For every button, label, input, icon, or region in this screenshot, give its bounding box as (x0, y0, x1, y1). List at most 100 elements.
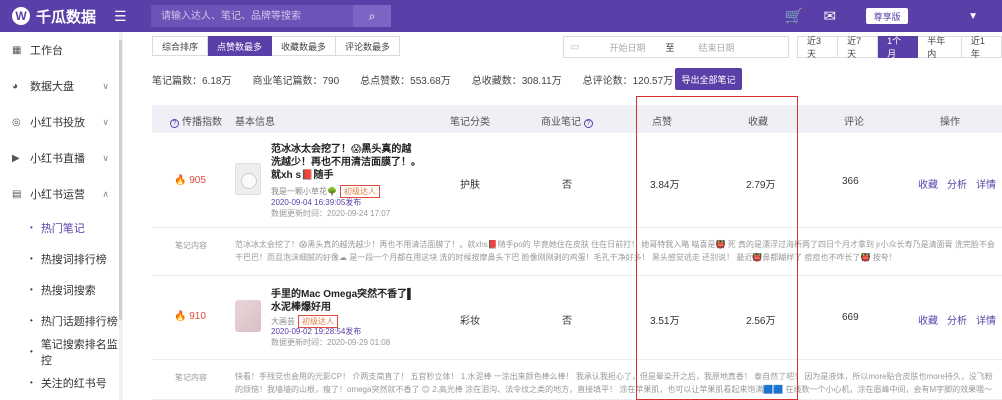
sort-tab-likes[interactable]: 点赞数最多 (208, 36, 273, 56)
stat-collects: 总收藏数：308.11万 (471, 76, 562, 87)
header-spread[interactable]: ? 传播指数 (170, 113, 222, 128)
period-3d[interactable]: 近3天 (797, 36, 839, 59)
date-separator: 至 (665, 42, 675, 53)
note-content-row: 笔记内容 范冰冰太会挖了！😱黑头真的越洗越少！再也不用清洁面膜了！。就xhs📕随… (152, 230, 1002, 276)
sidebar-scroll-thumb[interactable] (119, 40, 122, 320)
main-panel: 综合排序 点赞数最多 收藏数最多 评论数最多 ▭ 开始日期 至 结束日期 近3天… (123, 32, 1002, 400)
detail-link[interactable]: 详情 (976, 180, 996, 191)
calendar-icon: ▭ (570, 41, 580, 53)
row-actions: 收藏 分析 详情 (918, 312, 1002, 327)
bullet-icon: • (30, 223, 33, 232)
stats-bar: 笔记篇数：6.18万 商业笔记篇数：790 总点赞数：553.68万 总收藏数：… (152, 72, 720, 87)
detail-link[interactable]: 详情 (976, 316, 996, 327)
note-thumbnail[interactable] (235, 300, 261, 332)
sidebar-sub-hot-topics[interactable]: • 热门话题排行榜 (0, 305, 121, 336)
sidebar-item-label: 工作台 (30, 45, 63, 57)
date-start[interactable]: 开始日期 (609, 41, 645, 54)
author-name[interactable]: 我是一颗小草花🌳 (271, 187, 337, 196)
header-basic: 基本信息 (235, 117, 275, 128)
vip-badge[interactable]: 尊享版 (866, 8, 909, 24)
commercial-flag: 否 (562, 316, 572, 327)
search-button[interactable]: ⌕ (353, 5, 391, 27)
date-range-picker[interactable]: ▭ 开始日期 至 结束日期 (563, 36, 789, 58)
fire-icon: 🔥 (174, 175, 187, 186)
spread-index: 🔥 910 (174, 311, 206, 322)
collects-value: 2.79万 (746, 180, 776, 191)
period-7d[interactable]: 近7天 (838, 36, 879, 59)
likes-value: 3.84万 (650, 180, 680, 191)
note-title[interactable]: 范冰冰太会挖了！😱黑头真的越洗越少！再也不用清洁面膜了！。就xh s📕随手 (271, 143, 421, 182)
likes-value: 3.51万 (650, 316, 680, 327)
sidebar-sub-followed[interactable]: • 关注的红书号 (0, 367, 121, 398)
header-likes[interactable]: 点赞 (652, 113, 672, 128)
period-tabs: 近3天 近7天 1个月 半年内 近1年 (797, 36, 1002, 59)
header-comments[interactable]: 评论 (844, 113, 864, 128)
help-icon[interactable]: ? (170, 119, 179, 128)
row-actions: 收藏 分析 详情 (918, 176, 1002, 191)
table-row: 🔥 905 范冰冰太会挖了！😱黑头真的越洗越少！再也不用清洁面膜了！。就xh s… (152, 140, 1002, 228)
help-icon[interactable]: ? (583, 119, 593, 128)
sidebar-item-operations[interactable]: ▤ 小红书运营 ∧ (0, 176, 121, 212)
update-time: 数据更新时间：2020-09-24 17:07 (271, 209, 391, 218)
publish-time: 2020-09-02 19:28:54发布 (271, 327, 362, 336)
analyze-link[interactable]: 分析 (947, 180, 967, 191)
header-collects[interactable]: 收藏 (748, 113, 768, 128)
sidebar-sub-hot-notes[interactable]: • 热门笔记 (0, 212, 121, 243)
header-ops: 操作 (940, 117, 960, 128)
note-content: 快看！手残党也会用的光影CP！ 介两支简直了！ 五官秒立体！ 1.水泥棒 一涂出… (235, 372, 993, 394)
publish-time: 2020-09-04 16:39:05发布 (271, 198, 362, 207)
chevron-down-icon: ∨ (102, 80, 109, 91)
update-time: 数据更新时间：2020-09-29 01:08 (271, 338, 391, 347)
spread-index: 🔥 905 (174, 175, 206, 186)
stat-comments: 总评论数：120.57万 (582, 76, 674, 87)
header-label: 传播指数 (182, 117, 222, 128)
sidebar-sub-search-monitor[interactable]: • 笔记搜索排名监控 (0, 336, 121, 367)
spread-value: 905 (189, 175, 206, 186)
period-1m[interactable]: 1个月 (878, 36, 919, 59)
chevron-down-icon: ∨ (102, 152, 109, 163)
search-input[interactable] (151, 5, 353, 27)
pie-icon: ◕ (12, 80, 19, 92)
sort-tab-collects[interactable]: 收藏数最多 (272, 36, 337, 56)
mail-icon[interactable]: ✉ (824, 7, 837, 25)
author-name[interactable]: 大画芸 (271, 317, 295, 326)
search-box: ⌕ (151, 5, 391, 27)
collect-link[interactable]: 收藏 (918, 316, 938, 327)
bullet-icon: • (30, 378, 33, 387)
sort-tab-comments[interactable]: 评论数最多 (336, 36, 401, 56)
sidebar-item-label: 小红书投放 (30, 117, 85, 129)
sidebar-item-workbench[interactable]: ▦ 工作台 (0, 32, 121, 68)
sidebar-sub-hot-search-rank[interactable]: • 热搜词排行榜 (0, 243, 121, 274)
sidebar-item-dashboard[interactable]: ◕ 数据大盘 ∨ (0, 68, 121, 104)
cart-icon[interactable]: 🛒 (785, 7, 804, 25)
export-button[interactable]: 导出全部笔记 (675, 68, 742, 90)
menu-icon[interactable]: ☰ (114, 8, 127, 25)
collect-link[interactable]: 收藏 (918, 180, 938, 191)
comments-value: 669 (842, 312, 859, 323)
period-1y[interactable]: 近1年 (961, 36, 1002, 59)
table-header: ? 传播指数 基本信息 笔记分类 商业笔记 ? 点赞 收藏 评论 操作 (152, 105, 1002, 133)
date-end[interactable]: 结束日期 (698, 41, 734, 54)
period-6m[interactable]: 半年内 (918, 36, 962, 59)
sort-tab-overall[interactable]: 综合排序 (152, 36, 209, 56)
sidebar-sub-label: 关注的红书号 (40, 377, 107, 390)
collects-value: 2.56万 (746, 316, 776, 327)
sidebar-sub-label: 热搜词搜索 (40, 284, 96, 297)
note-thumbnail[interactable] (235, 163, 261, 195)
sidebar-item-ads[interactable]: ◎ 小红书投放 ∨ (0, 104, 121, 140)
stat-likes: 总点赞数：553.68万 (360, 76, 451, 87)
sidebar-sub-hot-search[interactable]: • 热搜词搜索 (0, 274, 121, 305)
table-row: 🔥 910 手里的Mac Omega突然不香了▌水泥棒爆好用 大画芸 初级达人 2… (152, 280, 1002, 360)
note-title[interactable]: 手里的Mac Omega突然不香了▌水泥棒爆好用 (271, 288, 421, 314)
sidebar-item-label: 小红书运营 (30, 189, 85, 201)
sidebar-sub-label: 热门笔记 (40, 222, 85, 235)
header-label: 商业笔记 (541, 117, 581, 128)
grid-icon: ▦ (12, 44, 22, 56)
content-label: 笔记内容 (175, 241, 207, 250)
commercial-flag: 否 (562, 180, 572, 191)
chart-icon: ▤ (12, 188, 22, 200)
analyze-link[interactable]: 分析 (947, 316, 967, 327)
sidebar-item-live[interactable]: ▶ 小红书直播 ∨ (0, 140, 121, 176)
header-commercial: 商业笔记 ? (541, 113, 596, 128)
chevron-down-icon[interactable]: ▼ (968, 11, 978, 22)
